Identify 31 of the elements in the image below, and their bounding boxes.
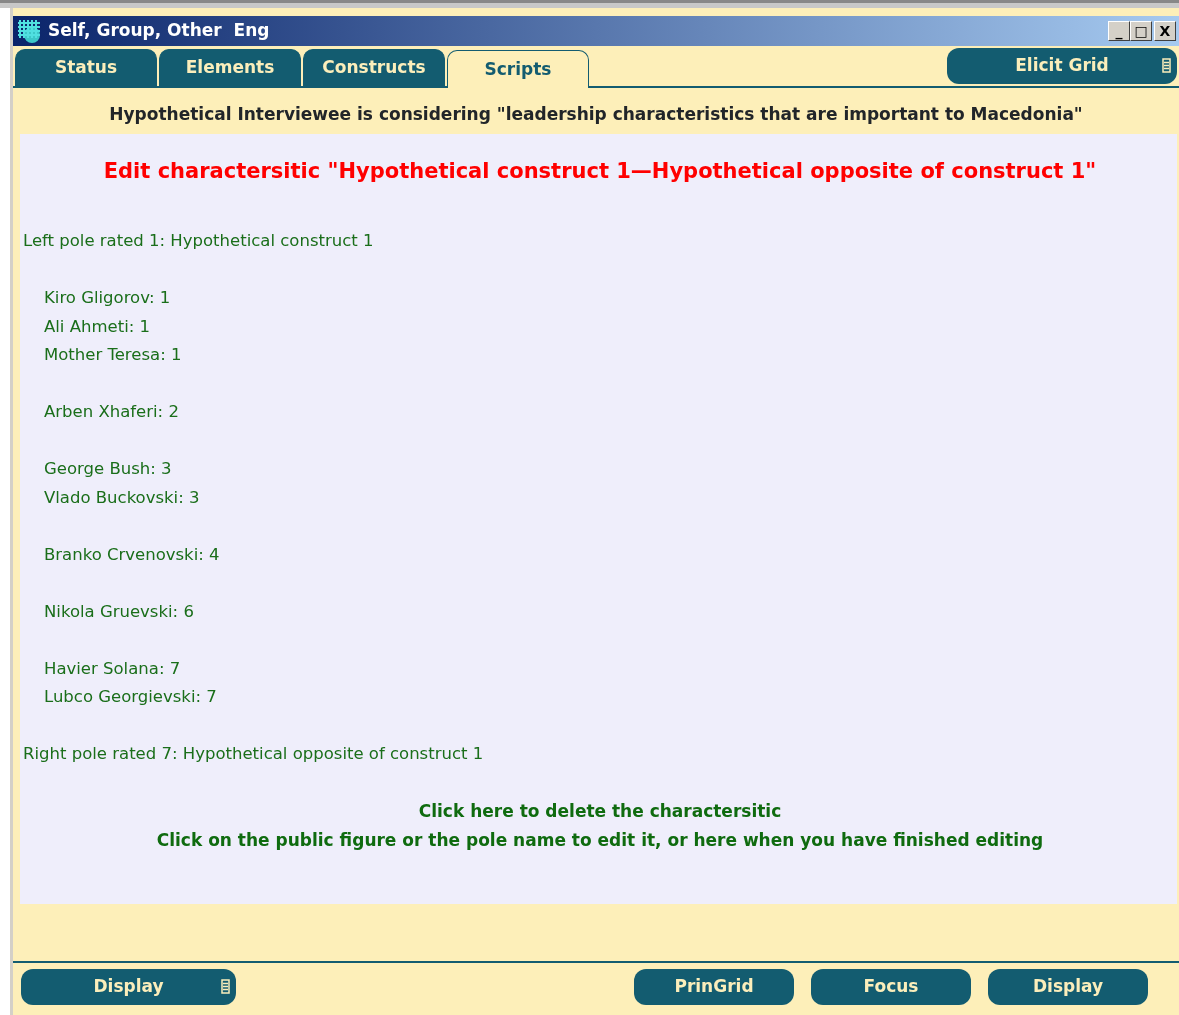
maximize-button[interactable]: □ [1130, 21, 1152, 41]
rating-item[interactable]: Kiro Gligorov: 1 [44, 288, 171, 307]
focus-button[interactable]: Focus [811, 969, 971, 1005]
elicit-grid-button[interactable]: Elicit Grid [947, 48, 1177, 84]
right-pole-link[interactable]: Right pole rated 7: Hypothetical opposite of construct 1 [23, 744, 484, 763]
panel-title: Edit charactersitic "Hypothetical construct 1—Hypothetical opposite of construct 1" [102, 157, 1098, 185]
rating-item[interactable]: Arben Xhaferi: 2 [44, 402, 179, 421]
window-title: Self, Group, Other Eng [48, 19, 270, 43]
rating-item[interactable]: George Bush: 3 [44, 459, 172, 478]
left-pole-link[interactable]: Left pole rated 1: Hypothetical construct 1 [23, 231, 374, 250]
tab[interactable]: Constructs [303, 49, 445, 86]
action-link[interactable]: Click here to delete the charactersitic [418, 800, 782, 821]
list-icon [1162, 58, 1171, 73]
list-icon [221, 979, 230, 994]
minimize-button[interactable]: _ [1108, 21, 1130, 41]
rating-item[interactable]: Lubco Georgievski: 7 [44, 687, 217, 706]
display-button[interactable]: Display [21, 969, 236, 1005]
tab[interactable]: Scripts [447, 50, 589, 88]
rating-item[interactable]: Nikola Gruevski: 6 [44, 601, 194, 621]
action-link[interactable]: Click on the public figure or the pole name to edit it, or here when you have finished editing [156, 829, 1044, 850]
rating-item[interactable]: Branko Crvenovski: 4 [44, 544, 220, 564]
tab[interactable]: Elements [159, 49, 301, 86]
tab[interactable]: Status [15, 49, 157, 86]
print-grid-button[interactable]: PrinGrid [634, 969, 794, 1005]
heading: Hypothetical Interviewee is considering "leadership characteristics that are important to Macedonia" [108, 103, 1084, 126]
close-button[interactable]: X [1154, 21, 1176, 41]
rating-item[interactable]: Ali Ahmeti: 1 [44, 316, 151, 336]
rating-item[interactable]: Havier Solana: 7 [44, 658, 181, 678]
display-button[interactable]: Display [988, 969, 1148, 1005]
rating-item[interactable]: Vlado Buckovski: 3 [44, 487, 200, 507]
rating-item[interactable]: Mother Teresa: 1 [44, 345, 182, 364]
